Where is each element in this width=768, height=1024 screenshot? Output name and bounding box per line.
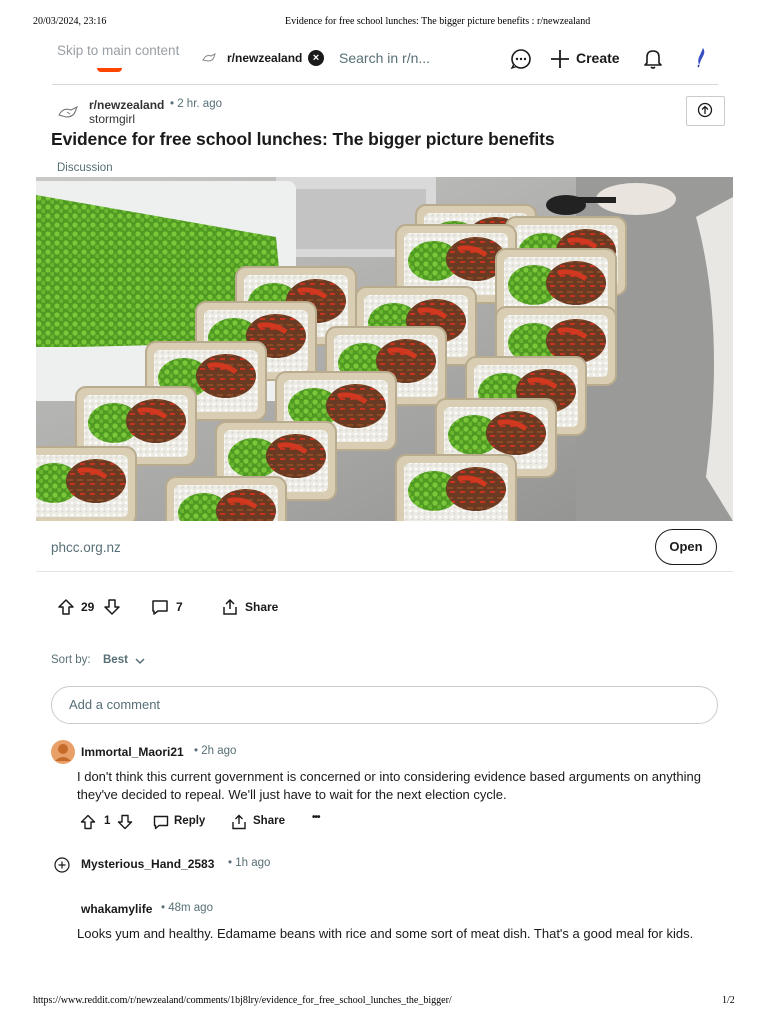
post-author-link[interactable]: stormgirl bbox=[89, 112, 135, 126]
plus-icon[interactable] bbox=[548, 47, 572, 71]
post-flair[interactable]: Discussion bbox=[57, 162, 113, 174]
post-score: 29 bbox=[81, 600, 95, 614]
post-subreddit-link[interactable]: r/newzealand bbox=[89, 98, 164, 112]
post-upload-button[interactable] bbox=[686, 96, 725, 126]
print-date: 20/03/2024, 23:16 bbox=[33, 16, 107, 27]
comment-count[interactable]: 7 bbox=[176, 600, 183, 614]
post-title[interactable]: Evidence for free school lunches: The bi… bbox=[51, 129, 555, 150]
share-button[interactable]: Share bbox=[245, 600, 278, 614]
comment-author[interactable]: whakamylife bbox=[81, 902, 152, 916]
chip-close-icon[interactable]: × bbox=[308, 50, 324, 66]
comment-icon[interactable] bbox=[151, 598, 169, 616]
comment-score: 1 bbox=[104, 815, 111, 827]
sort-dropdown[interactable]: Best bbox=[103, 654, 128, 666]
comment-body: I don't think this current government is… bbox=[77, 769, 701, 802]
post-timestamp: • 2 hr. ago bbox=[170, 98, 222, 110]
downvote-icon[interactable] bbox=[117, 814, 133, 830]
comment-timestamp: • 1h ago bbox=[228, 857, 271, 869]
search-input[interactable]: Search in r/n... bbox=[339, 50, 430, 66]
post-image[interactable] bbox=[36, 177, 733, 521]
subreddit-icon bbox=[202, 53, 216, 62]
share-button[interactable]: Share bbox=[253, 815, 285, 827]
chat-icon[interactable] bbox=[509, 47, 533, 71]
comment-composer[interactable] bbox=[51, 686, 718, 724]
subreddit-icon[interactable] bbox=[57, 103, 79, 121]
create-button[interactable]: Create bbox=[576, 50, 620, 66]
post-divider bbox=[36, 571, 733, 572]
more-options-button[interactable]: ••• bbox=[312, 812, 320, 823]
skip-to-main-link[interactable]: Skip to main content bbox=[57, 43, 179, 58]
expand-thread-icon[interactable] bbox=[54, 857, 70, 873]
comment-avatar[interactable] bbox=[51, 739, 75, 765]
user-avatar[interactable] bbox=[690, 46, 712, 68]
upvote-icon[interactable] bbox=[80, 814, 96, 830]
bell-icon[interactable] bbox=[641, 47, 665, 71]
comment-timestamp: • 2h ago bbox=[194, 745, 237, 757]
chevron-down-icon[interactable] bbox=[134, 655, 146, 667]
search-subreddit-chip[interactable]: r/newzealand bbox=[227, 51, 302, 65]
comment-author[interactable]: Immortal_Maori21 bbox=[81, 745, 184, 759]
link-domain[interactable]: phcc.org.nz bbox=[51, 540, 121, 555]
open-link-button[interactable]: Open bbox=[655, 529, 717, 565]
comment-body: Looks yum and healthy. Edamame beans wit… bbox=[77, 926, 694, 941]
reply-button[interactable]: Reply bbox=[174, 815, 205, 827]
comment-icon[interactable] bbox=[153, 814, 169, 830]
print-url: https://www.reddit.com/r/newzealand/comm… bbox=[33, 995, 452, 1006]
print-page-number: 1/2 bbox=[722, 995, 735, 1006]
header-divider bbox=[52, 84, 718, 85]
arrow-up-circle-icon bbox=[697, 102, 713, 118]
downvote-icon[interactable] bbox=[103, 598, 121, 616]
print-document-title: Evidence for free school lunches: The bi… bbox=[285, 16, 591, 27]
reddit-logo[interactable] bbox=[97, 68, 122, 72]
comment-timestamp: • 48m ago bbox=[161, 902, 213, 914]
upvote-icon[interactable] bbox=[57, 598, 75, 616]
comment-input[interactable] bbox=[67, 696, 691, 713]
share-icon[interactable] bbox=[221, 598, 239, 616]
share-icon[interactable] bbox=[231, 814, 247, 830]
sort-label: Sort by: bbox=[51, 654, 91, 666]
comment-author[interactable]: Mysterious_Hand_2583 bbox=[81, 857, 214, 871]
